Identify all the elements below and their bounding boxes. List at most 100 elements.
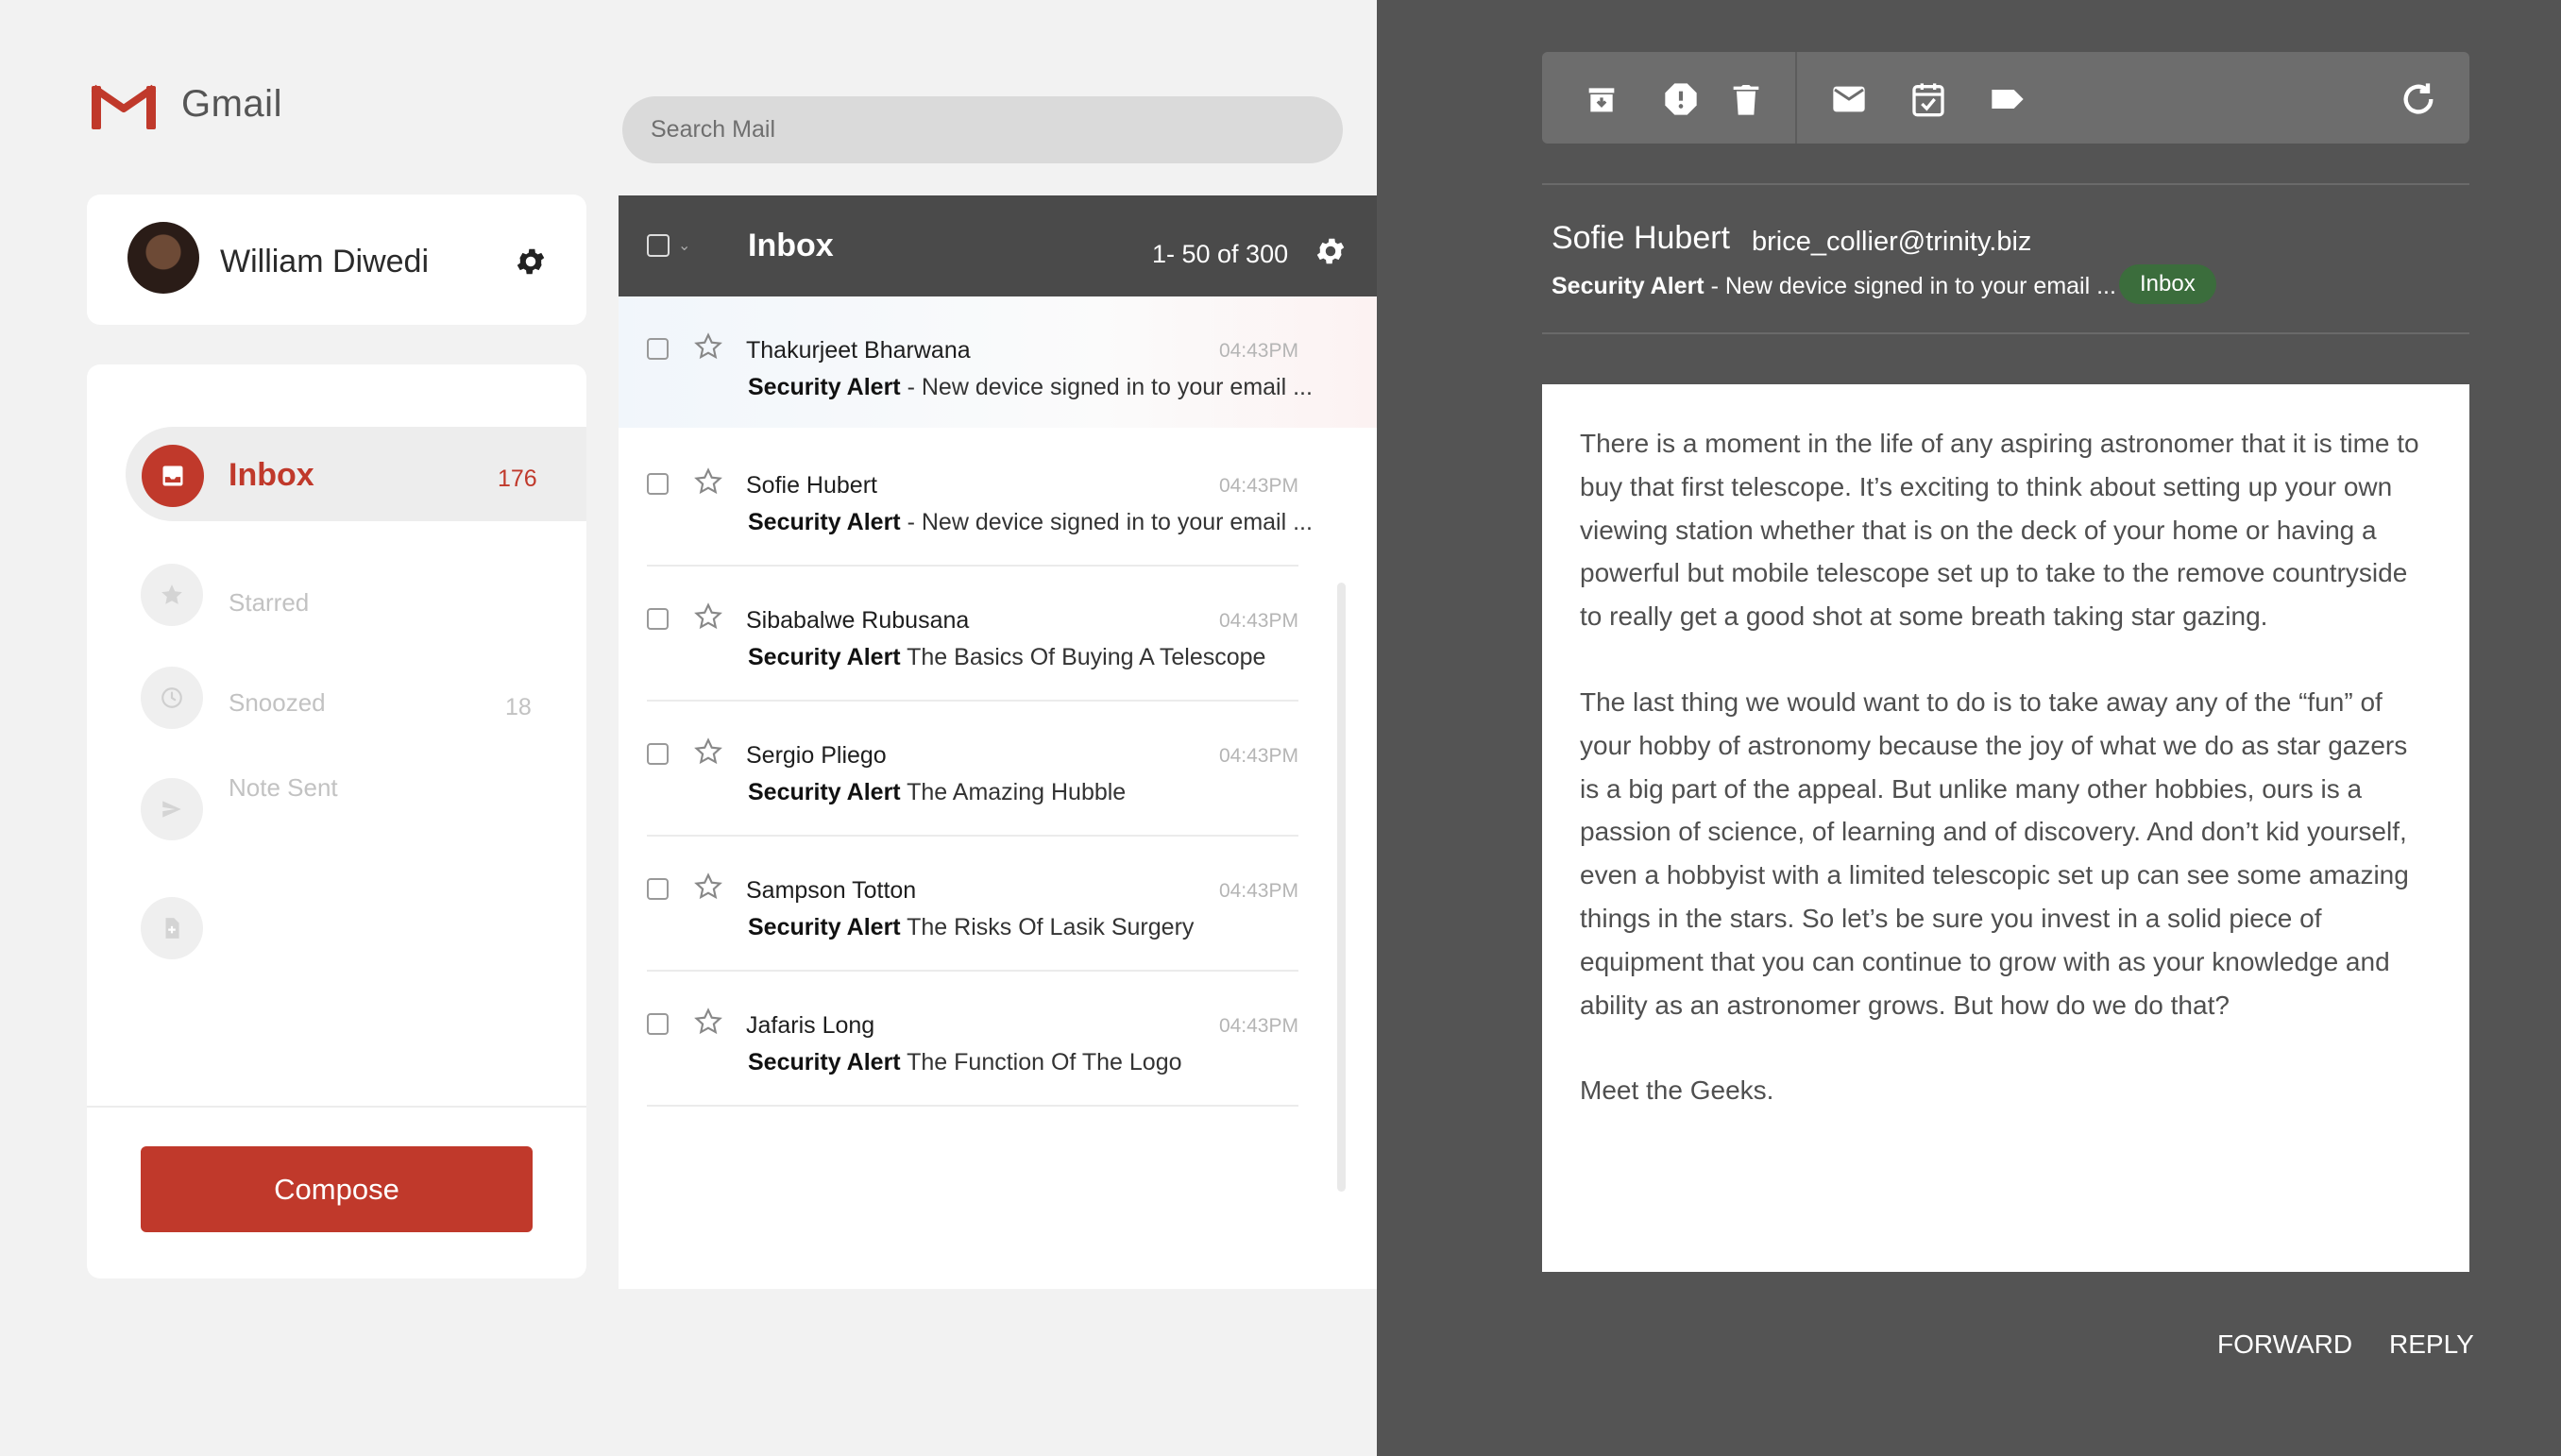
subject-bold: Security Alert [748, 509, 901, 535]
star-icon[interactable] [693, 466, 723, 497]
row-subject: Security Alert The Amazing Hubble [748, 779, 1126, 806]
subject-rest: The Function Of The Logo [900, 1049, 1182, 1075]
compose-button[interactable]: Compose [141, 1146, 533, 1232]
subject-rest: The Risks Of Lasik Surgery [900, 914, 1195, 940]
label-icon[interactable] [1989, 80, 2027, 118]
forward-button[interactable]: FORWARD [2217, 1329, 2352, 1360]
row-checkbox[interactable] [647, 743, 669, 765]
row-divider [647, 1105, 1298, 1107]
subject-bold: Security Alert [748, 374, 901, 400]
message-header-divider [1542, 183, 2469, 185]
app-name: Gmail [181, 83, 282, 125]
sender-name: Sofie Hubert [746, 472, 877, 499]
user-avatar[interactable] [127, 222, 199, 294]
sender-name: Thakurjeet Bharwana [746, 337, 971, 364]
row-subject: Security Alert The Risks Of Lasik Surger… [748, 914, 1194, 941]
email-row[interactable]: Sibabalwe Rubusana 04:43PM Security Aler… [619, 567, 1298, 702]
list-scrollbar[interactable] [1337, 583, 1346, 1192]
row-time: 04:43PM [1218, 1015, 1298, 1037]
subject-rest: The Basics Of Buying A Telescope [900, 644, 1266, 670]
sidebar-item-drafts[interactable] [141, 897, 203, 959]
snoozed-count: 18 [505, 694, 532, 720]
email-row[interactable]: Sampson Totton 04:43PM Security Alert Th… [619, 837, 1298, 972]
message-paragraph: The last thing we would want to do is to… [1580, 686, 2409, 1020]
message-header-divider [1542, 332, 2469, 334]
row-checkbox[interactable] [647, 473, 669, 495]
row-subject: Security Alert The Function Of The Logo [748, 1049, 1182, 1076]
draft-icon [165, 918, 179, 939]
toolbar-divider [1795, 52, 1797, 144]
subject-bold: Security Alert [748, 644, 901, 670]
row-subject: Security Alert The Basics Of Buying A Te… [748, 644, 1265, 671]
report-spam-icon[interactable] [1662, 80, 1700, 118]
calendar-check-icon[interactable] [1909, 80, 1947, 118]
clock-icon [161, 687, 182, 708]
send-icon [162, 801, 181, 818]
inbox-icon-button[interactable] [142, 445, 204, 507]
message-body: There is a moment in the life of any asp… [1542, 384, 2469, 1272]
row-time: 04:43PM [1218, 880, 1298, 902]
inbox-label-badge[interactable]: Inbox [2119, 264, 2216, 304]
message-sender-name: Sofie Hubert [1552, 220, 1730, 256]
row-time: 04:43PM [1218, 745, 1298, 767]
email-row[interactable]: Sergio Pliego 04:43PM Security Alert The… [619, 702, 1298, 837]
row-time: 04:43PM [1218, 475, 1298, 497]
sender-name: Sampson Totton [746, 877, 917, 904]
mail-icon[interactable] [1830, 80, 1868, 118]
star-icon[interactable] [693, 601, 723, 632]
pagination-text: 1- 50 of 300 [1152, 240, 1289, 268]
search-input[interactable] [622, 96, 1343, 163]
subject-bold: Security Alert [748, 779, 901, 805]
row-checkbox[interactable] [647, 878, 669, 900]
delete-icon[interactable] [1727, 80, 1765, 118]
chevron-down-icon[interactable]: ⌄ [678, 236, 690, 255]
email-row[interactable]: Jafaris Long 04:43PM Security Alert The … [619, 972, 1298, 1107]
sidebar-item-label: Inbox [229, 457, 314, 493]
row-checkbox[interactable] [647, 1013, 669, 1035]
sidebar-item-label: Snoozed [229, 688, 326, 717]
sender-name: Sibabalwe Rubusana [746, 607, 970, 634]
reply-button[interactable]: REPLY [2389, 1329, 2474, 1360]
subject-bold: Security Alert [1552, 273, 1705, 299]
row-subject: Security Alert - New device signed in to… [748, 374, 1313, 401]
message-paragraph: Meet the Geeks. [1580, 1075, 1774, 1106]
row-checkbox[interactable] [647, 338, 669, 360]
star-icon [161, 584, 182, 604]
message-sender-email: brice_collier@trinity.biz [1752, 227, 2032, 257]
inbox-icon [162, 466, 183, 486]
star-icon[interactable] [693, 331, 723, 362]
refresh-icon[interactable] [2400, 80, 2437, 118]
row-time: 04:43PM [1218, 610, 1298, 632]
sidebar-item-sent[interactable] [141, 778, 203, 840]
list-title: Inbox [748, 228, 834, 263]
inbox-count: 176 [498, 466, 537, 492]
sender-name: Jafaris Long [746, 1012, 875, 1039]
sidebar-item-label: Note Sent [229, 773, 338, 802]
star-icon[interactable] [693, 1007, 723, 1037]
sidebar-item-label: Starred [229, 588, 310, 617]
email-row[interactable]: Sofie Hubert 04:43PM Security Alert - Ne… [619, 432, 1313, 567]
select-all-checkbox[interactable] [647, 234, 670, 257]
message-paragraph: There is a moment in the life of any asp… [1580, 429, 2419, 632]
row-time: 04:43PM [1218, 340, 1298, 362]
row-checkbox[interactable] [647, 608, 669, 630]
subject-rest: The Amazing Hubble [900, 779, 1127, 805]
subject-bold: Security Alert [748, 914, 901, 940]
message-subject: Security Alert - New device signed in to… [1552, 273, 2116, 300]
sender-name: Sergio Pliego [746, 742, 887, 769]
sidebar-item-snoozed[interactable] [141, 667, 203, 729]
row-subject: Security Alert - New device signed in to… [748, 509, 1313, 536]
sidebar-divider [87, 1106, 586, 1108]
subject-rest: - New device signed in to your email ... [900, 374, 1313, 400]
gmail-logo-icon [91, 84, 157, 129]
list-settings-gear-icon[interactable] [1314, 234, 1348, 268]
settings-gear-icon[interactable] [514, 245, 548, 279]
archive-icon[interactable] [1583, 80, 1620, 118]
star-icon[interactable] [693, 736, 723, 767]
sidebar-item-starred[interactable] [141, 564, 203, 626]
subject-rest: - New device signed in to your email ... [1704, 273, 2116, 299]
user-name: William Diwedi [220, 244, 430, 279]
subject-rest: - New device signed in to your email ... [900, 509, 1313, 535]
email-row[interactable]: Thakurjeet Bharwana 04:43PM Security Ale… [619, 296, 1313, 432]
star-icon[interactable] [693, 872, 723, 902]
